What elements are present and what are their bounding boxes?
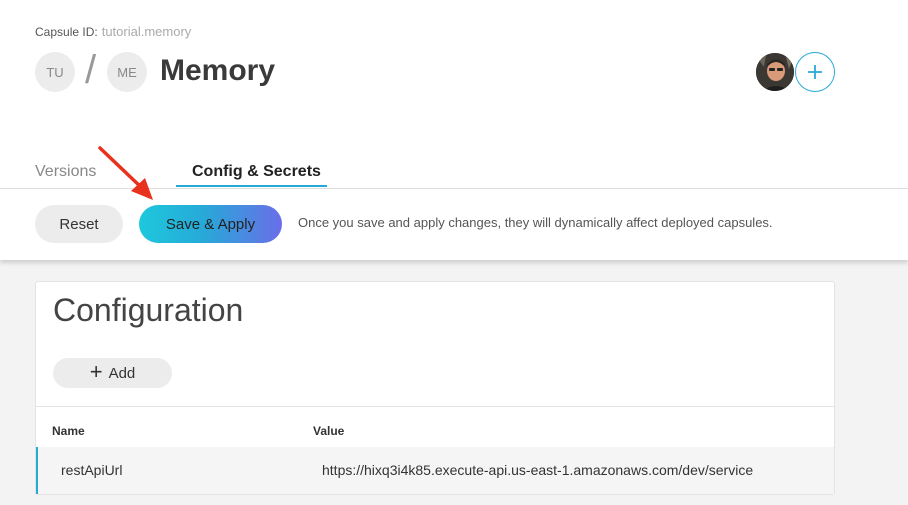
add-config-button[interactable]: + Add: [53, 358, 172, 388]
capsule-id-value: tutorial.memory: [101, 24, 192, 39]
card-divider: [36, 406, 834, 407]
plus-icon: [808, 65, 822, 79]
add-collaborator-button[interactable]: [795, 52, 835, 92]
add-button-label: Add: [108, 364, 136, 382]
column-header-name: Name: [52, 424, 85, 438]
user-avatar[interactable]: [755, 52, 795, 92]
breadcrumb-initials-tutorial[interactable]: TU: [35, 52, 75, 92]
capsule-id-label: Capsule ID:: [35, 25, 98, 39]
capsule-id: Capsule ID: tutorial.memory: [35, 24, 191, 39]
config-value-cell: https://hixq3i4k85.execute-api.us-east-1…: [322, 462, 754, 478]
config-name-cell: restApiUrl: [61, 462, 123, 478]
configuration-card: Configuration + Add Name Value restApiUr…: [35, 281, 835, 495]
breadcrumb-initials-memory[interactable]: ME: [107, 52, 147, 92]
configuration-title: Configuration: [53, 292, 244, 328]
column-header-value: Value: [313, 424, 345, 438]
save-hint-text: Once you save and apply changes, they wi…: [298, 215, 773, 230]
breadcrumb-separator: /: [85, 48, 97, 92]
tab-config-secrets[interactable]: Config & Secrets: [192, 163, 321, 181]
red-arrow-icon: [98, 146, 153, 200]
tab-versions[interactable]: Versions: [35, 163, 96, 181]
reset-button[interactable]: Reset: [35, 205, 123, 243]
plus-icon: +: [89, 359, 103, 384]
table-row[interactable]: restApiUrl https://hixq3i4k85.execute-ap…: [36, 447, 834, 494]
page-title: Memory: [160, 54, 276, 87]
avatar-image: [756, 53, 794, 91]
active-tab-indicator: [176, 185, 327, 187]
save-apply-button[interactable]: Save & Apply: [139, 205, 282, 243]
